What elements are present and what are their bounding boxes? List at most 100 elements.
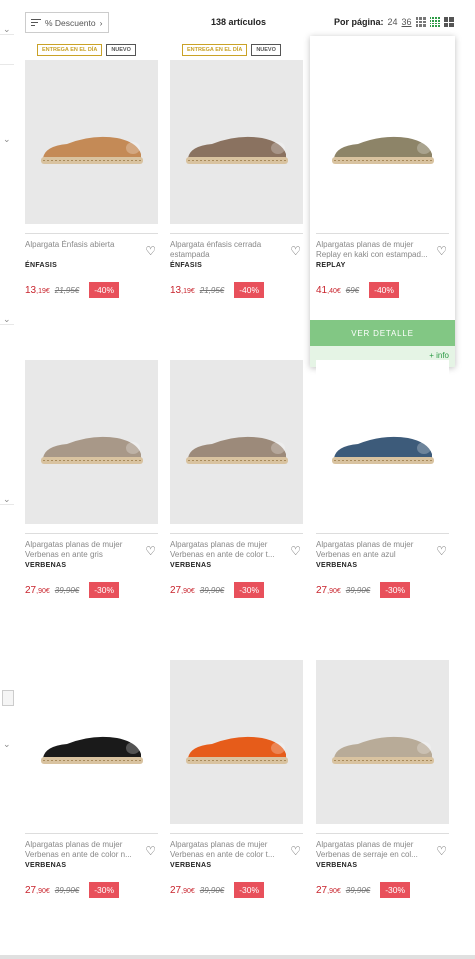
grid-2-icon[interactable] xyxy=(443,17,454,27)
product-title[interactable]: Alpargatas planas de mujer Verbenas en a… xyxy=(170,540,282,560)
sort-icon xyxy=(31,18,41,28)
badges: ENTREGA EN EL DÍA NUEVO xyxy=(37,44,136,56)
product-card[interactable]: Alpargatas planas de mujer Replay en kak… xyxy=(316,60,449,298)
per-page-36[interactable]: 36 xyxy=(402,17,412,27)
product-card[interactable]: Alpargatas planas de mujer Verbenas en a… xyxy=(316,360,449,598)
product-image[interactable] xyxy=(25,360,158,524)
original-price: 69€ xyxy=(345,285,360,295)
product-image[interactable] xyxy=(25,660,158,824)
view-detail-button[interactable]: VER DETALLE xyxy=(310,320,455,346)
price-row: 27,90€ 39,90€ -30% xyxy=(316,882,449,898)
product-image[interactable] xyxy=(170,360,303,524)
sort-button[interactable]: % Descuento › xyxy=(25,12,109,33)
card-divider xyxy=(25,533,158,534)
original-price: 39,90€ xyxy=(345,885,371,895)
espadrille-illustration xyxy=(186,736,288,764)
card-divider xyxy=(25,233,158,234)
product-card[interactable]: Alpargatas planas de mujer Verbenas en a… xyxy=(25,660,158,898)
espadrille-illustration xyxy=(41,736,143,764)
product-title[interactable]: Alpargatas planas de mujer Verbenas de s… xyxy=(316,840,428,860)
product-card[interactable]: ENTREGA EN EL DÍA NUEVO Alpargata Énfasi… xyxy=(25,44,158,298)
price-row: 27,90€ 39,90€ -30% xyxy=(316,582,449,598)
card-divider xyxy=(170,533,303,534)
discount-badge: -40% xyxy=(234,282,265,298)
more-info-link[interactable]: + info xyxy=(429,351,449,360)
product-title[interactable]: Alpargatas planas de mujer Verbenas en a… xyxy=(25,840,137,860)
heart-icon[interactable]: ♡ xyxy=(436,544,447,558)
heart-icon[interactable]: ♡ xyxy=(436,844,447,858)
product-brand: VERBENAS xyxy=(170,562,212,569)
discount-badge: -30% xyxy=(234,882,265,898)
product-image[interactable] xyxy=(25,60,158,224)
product-title[interactable]: Alpargatas planas de mujer Replay en kak… xyxy=(316,240,428,260)
heart-icon[interactable]: ♡ xyxy=(145,844,156,858)
sort-label: % Descuento xyxy=(45,17,96,28)
heart-icon[interactable]: ♡ xyxy=(145,544,156,558)
filter-checkbox[interactable] xyxy=(2,690,14,706)
product-title[interactable]: Alpargata énfasis cerrada estampada xyxy=(170,240,282,260)
product-image[interactable] xyxy=(316,660,449,824)
original-price: 39,90€ xyxy=(345,585,371,595)
grid-4-icon[interactable] xyxy=(429,17,440,27)
product-title[interactable]: Alpargatas planas de mujer Verbenas en a… xyxy=(25,540,137,560)
product-image[interactable] xyxy=(316,60,449,224)
product-brand: VERBENAS xyxy=(170,862,212,869)
grid-3-icon[interactable] xyxy=(415,17,426,27)
current-price: 13,19€ xyxy=(25,284,50,296)
heart-icon[interactable]: ♡ xyxy=(290,844,301,858)
espadrille-illustration xyxy=(186,436,288,464)
current-price: 27,90€ xyxy=(25,884,50,896)
espadrille-illustration xyxy=(332,136,434,164)
chevron-right-icon: › xyxy=(99,17,103,28)
product-card[interactable]: Alpargatas planas de mujer Verbenas en a… xyxy=(170,660,303,898)
product-card[interactable]: Alpargatas planas de mujer Verbenas en a… xyxy=(170,360,303,598)
current-price: 27,90€ xyxy=(316,884,341,896)
new-badge: NUEVO xyxy=(106,44,136,56)
same-day-badge: ENTREGA EN EL DÍA xyxy=(182,44,248,56)
product-image[interactable] xyxy=(316,360,449,524)
card-divider xyxy=(316,233,449,234)
original-price: 21,95€ xyxy=(54,285,80,295)
chevron-down-icon[interactable]: ⌄ xyxy=(3,739,11,750)
card-divider xyxy=(170,233,303,234)
discount-badge: -30% xyxy=(234,582,265,598)
price-row: 41,40€ 69€ -40% xyxy=(316,282,449,298)
per-page-label: Por página: xyxy=(334,17,384,27)
espadrille-illustration xyxy=(41,136,143,164)
product-title[interactable]: Alpargatas planas de mujer Verbenas en a… xyxy=(316,540,428,560)
current-price: 27,90€ xyxy=(316,584,341,596)
product-brand: ÉNFASIS xyxy=(170,262,203,269)
heart-icon[interactable]: ♡ xyxy=(436,244,447,258)
page-bottom-divider xyxy=(0,955,475,959)
price-row: 27,90€ 39,90€ -30% xyxy=(170,582,303,598)
same-day-badge: ENTREGA EN EL DÍA xyxy=(37,44,103,56)
product-title[interactable]: Alpargata Énfasis abierta xyxy=(25,240,137,260)
card-divider xyxy=(25,833,158,834)
espadrille-illustration xyxy=(332,736,434,764)
left-rail: ⌄ ⌄ ⌄ ⌄ ⌄ xyxy=(0,0,14,959)
current-price: 13,19€ xyxy=(170,284,195,296)
espadrille-illustration xyxy=(332,436,434,464)
current-price: 27,90€ xyxy=(170,584,195,596)
discount-badge: -40% xyxy=(369,282,399,298)
espadrille-illustration xyxy=(41,436,143,464)
discount-badge: -40% xyxy=(89,282,120,298)
product-brand: ÉNFASIS xyxy=(25,262,58,269)
product-brand: VERBENAS xyxy=(25,862,67,869)
product-card[interactable]: Alpargatas planas de mujer Verbenas en a… xyxy=(25,360,158,598)
discount-badge: -30% xyxy=(89,882,120,898)
card-divider xyxy=(316,533,449,534)
discount-badge: -30% xyxy=(89,582,120,598)
product-card[interactable]: ENTREGA EN EL DÍA NUEVO Alpargata énfasi… xyxy=(170,44,303,298)
product-image[interactable] xyxy=(170,660,303,824)
product-card[interactable]: Alpargatas planas de mujer Verbenas de s… xyxy=(316,660,449,898)
heart-icon[interactable]: ♡ xyxy=(290,544,301,558)
per-page-24[interactable]: 24 xyxy=(388,17,398,27)
original-price: 39,90€ xyxy=(54,585,80,595)
chevron-down-icon[interactable]: ⌄ xyxy=(3,134,11,145)
card-divider xyxy=(316,833,449,834)
product-image[interactable] xyxy=(170,60,303,224)
product-title[interactable]: Alpargatas planas de mujer Verbenas en a… xyxy=(170,840,282,860)
heart-icon[interactable]: ♡ xyxy=(290,244,301,258)
heart-icon[interactable]: ♡ xyxy=(145,244,156,258)
